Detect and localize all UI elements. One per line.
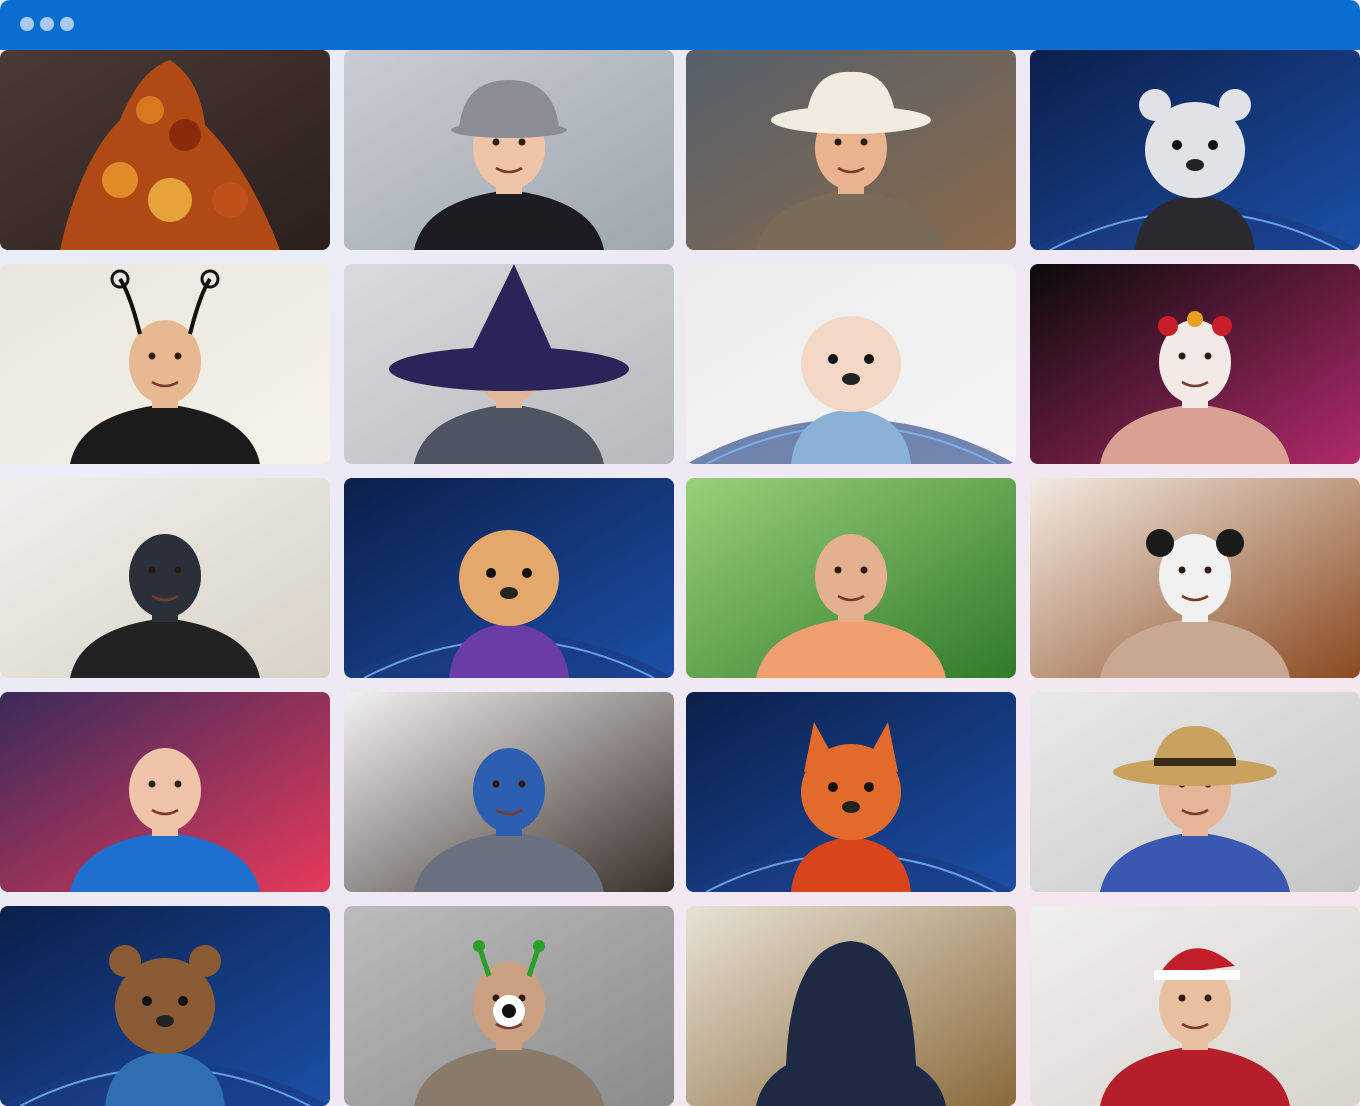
participant-tile-neon-skull-mask[interactable] xyxy=(0,478,330,678)
participant-video xyxy=(1030,478,1360,678)
participant-tile-straw-hat[interactable] xyxy=(1030,692,1360,892)
dot xyxy=(40,17,54,31)
participant-video xyxy=(0,906,330,1106)
dot xyxy=(20,17,34,31)
participant-tile-cowboy[interactable] xyxy=(686,50,1016,250)
more-horizontal-icon[interactable] xyxy=(20,17,74,31)
participant-video xyxy=(686,264,1016,464)
participant-tile-fox-avatar[interactable] xyxy=(686,692,1016,892)
participant-video xyxy=(344,478,674,678)
participant-tile-detective[interactable] xyxy=(344,50,674,250)
window-titlebar xyxy=(0,0,1360,50)
participant-tile-butterfly[interactable] xyxy=(0,264,330,464)
participant-video xyxy=(344,50,674,250)
participant-video xyxy=(0,692,330,892)
participant-video xyxy=(686,50,1016,250)
participant-tile-dragon-background[interactable] xyxy=(686,478,1016,678)
participant-video xyxy=(1030,50,1360,250)
participant-tile-autumn-leaves[interactable] xyxy=(0,50,330,250)
participant-video xyxy=(686,478,1016,678)
participant-tile-cow-avatar[interactable] xyxy=(344,478,674,678)
participant-video xyxy=(1030,264,1360,464)
participant-tile-cartoon-avatar[interactable] xyxy=(686,264,1016,464)
participant-video xyxy=(344,264,674,464)
participant-video-grid xyxy=(0,50,1360,1106)
participant-video xyxy=(344,692,674,892)
participant-tile-sugar-skull[interactable] xyxy=(1030,264,1360,464)
dot xyxy=(60,17,74,31)
participant-video xyxy=(0,50,330,250)
participant-tile-hood-sunglasses[interactable] xyxy=(686,906,1016,1106)
participant-tile-panda-mask[interactable] xyxy=(1030,478,1360,678)
participant-video xyxy=(0,264,330,464)
participant-tile-cyclops-antennae[interactable] xyxy=(344,906,674,1106)
participant-video xyxy=(0,478,330,678)
participant-video xyxy=(686,906,1016,1106)
participant-video xyxy=(1030,692,1360,892)
participant-video xyxy=(686,692,1016,892)
participant-tile-polar-bear-avatar[interactable] xyxy=(1030,50,1360,250)
participant-tile-bear-avatar[interactable] xyxy=(0,906,330,1106)
participant-tile-monsters-background[interactable] xyxy=(0,692,330,892)
participant-tile-santa[interactable] xyxy=(1030,906,1360,1106)
participant-tile-luchador-mask[interactable] xyxy=(344,692,674,892)
participant-video xyxy=(1030,906,1360,1106)
participant-video xyxy=(344,906,674,1106)
participant-tile-witch[interactable] xyxy=(344,264,674,464)
